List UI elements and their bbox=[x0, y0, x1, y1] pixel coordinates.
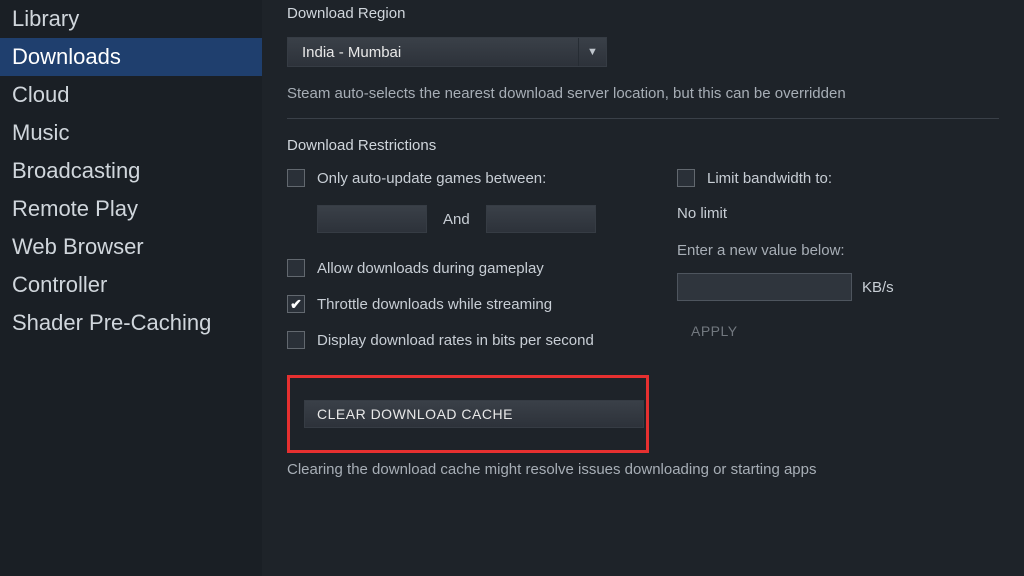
chevron-down-icon: ▼ bbox=[578, 38, 606, 66]
bits-label: Display download rates in bits per secon… bbox=[317, 332, 594, 349]
throttle-label: Throttle downloads while streaming bbox=[317, 296, 552, 313]
limit-bandwidth-label: Limit bandwidth to: bbox=[707, 170, 832, 187]
time-end-input[interactable] bbox=[486, 205, 596, 233]
sidebar-item-music[interactable]: Music bbox=[0, 114, 262, 152]
download-region-title: Download Region bbox=[287, 5, 999, 22]
bandwidth-input[interactable] bbox=[677, 273, 852, 301]
section-divider bbox=[287, 118, 999, 119]
and-label: And bbox=[443, 211, 470, 228]
auto-update-label: Only auto-update games between: bbox=[317, 170, 546, 187]
clear-cache-description: Clearing the download cache might resolv… bbox=[287, 461, 999, 478]
sidebar-item-remote-play[interactable]: Remote Play bbox=[0, 190, 262, 228]
allow-gameplay-label: Allow downloads during gameplay bbox=[317, 260, 544, 277]
download-region-description: Steam auto-selects the nearest download … bbox=[287, 85, 999, 102]
limit-bandwidth-checkbox[interactable] bbox=[677, 169, 695, 187]
allow-gameplay-checkbox[interactable] bbox=[287, 259, 305, 277]
kbs-unit: KB/s bbox=[862, 279, 894, 296]
time-start-input[interactable] bbox=[317, 205, 427, 233]
throttle-checkbox[interactable]: ✔ bbox=[287, 295, 305, 313]
download-restrictions-title: Download Restrictions bbox=[287, 137, 999, 154]
settings-content: Download Region India - Mumbai ▼ Steam a… bbox=[262, 0, 1024, 576]
download-region-dropdown[interactable]: India - Mumbai ▼ bbox=[287, 37, 607, 67]
sidebar-item-broadcasting[interactable]: Broadcasting bbox=[0, 152, 262, 190]
download-region-selected: India - Mumbai bbox=[288, 44, 578, 61]
highlight-annotation: CLEAR DOWNLOAD CACHE bbox=[287, 375, 649, 453]
clear-cache-button[interactable]: CLEAR DOWNLOAD CACHE bbox=[304, 400, 644, 428]
auto-update-checkbox[interactable] bbox=[287, 169, 305, 187]
sidebar-item-shader-pre-caching[interactable]: Shader Pre-Caching bbox=[0, 304, 262, 342]
sidebar-item-library[interactable]: Library bbox=[0, 0, 262, 38]
enter-value-label: Enter a new value below: bbox=[677, 242, 999, 259]
settings-sidebar: Library Downloads Cloud Music Broadcasti… bbox=[0, 0, 262, 576]
sidebar-item-web-browser[interactable]: Web Browser bbox=[0, 228, 262, 266]
bits-checkbox[interactable] bbox=[287, 331, 305, 349]
sidebar-item-controller[interactable]: Controller bbox=[0, 266, 262, 304]
sidebar-item-cloud[interactable]: Cloud bbox=[0, 76, 262, 114]
no-limit-text: No limit bbox=[677, 205, 999, 222]
apply-button[interactable]: APPLY bbox=[677, 317, 999, 345]
sidebar-item-downloads[interactable]: Downloads bbox=[0, 38, 262, 76]
